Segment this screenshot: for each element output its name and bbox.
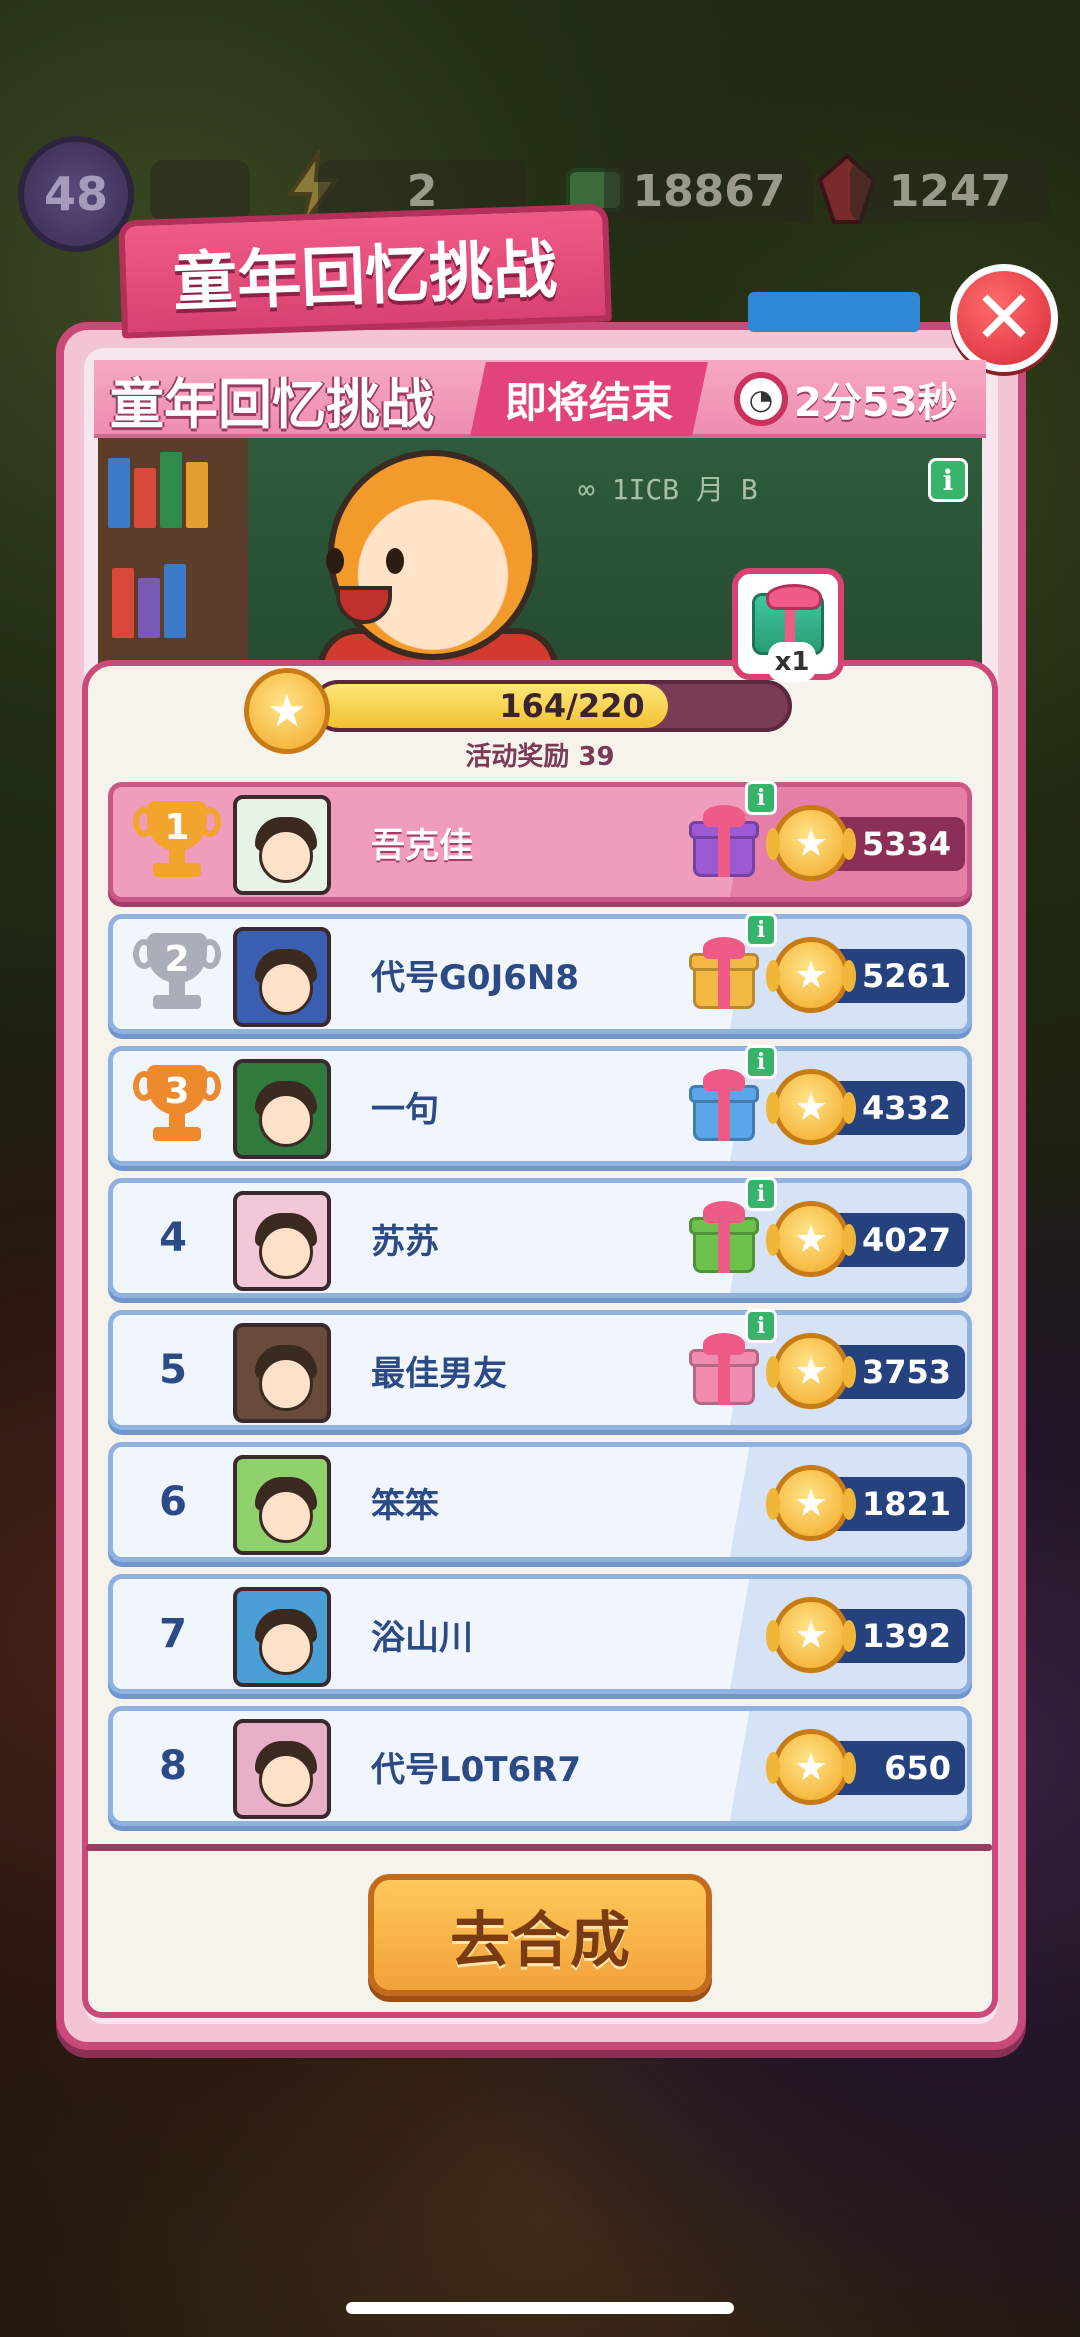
gift-box-icon[interactable] xyxy=(689,1201,759,1275)
rank-number: 1 xyxy=(164,806,190,848)
list-divider xyxy=(86,1844,992,1851)
gift-box-icon[interactable] xyxy=(689,1069,759,1143)
avatar[interactable] xyxy=(233,1059,331,1159)
level-progress-slot xyxy=(150,160,250,222)
player-name: 代号L0T6R7 xyxy=(371,1749,582,1790)
countdown-timer: 2分53秒 xyxy=(794,380,958,426)
event-banner-illustration: ∞ 1ICB 月 B xyxy=(98,438,982,690)
trophy-icon: 2 xyxy=(133,933,221,1017)
avatar[interactable] xyxy=(233,1323,331,1423)
gift-box-icon[interactable] xyxy=(689,1333,759,1407)
close-button[interactable]: ✕ xyxy=(950,264,1058,372)
star-medal-icon: ★ xyxy=(766,1465,856,1541)
gift-info-button[interactable]: i xyxy=(745,1177,777,1211)
player-name: 吾克佳 xyxy=(371,825,473,866)
star-medal-icon: ★ xyxy=(766,1069,856,1145)
player-name: 代号G0J6N8 xyxy=(371,957,579,998)
trophy-icon: 3 xyxy=(133,1065,221,1149)
gift-box-icon[interactable] xyxy=(689,805,759,879)
avatar[interactable] xyxy=(233,1587,331,1687)
chalkboard-doodles: ∞ 1ICB 月 B xyxy=(578,473,758,506)
bookshelf-art xyxy=(98,438,248,690)
rank-number: 5 xyxy=(159,1347,187,1393)
status-tag: 即将结束 xyxy=(470,362,708,436)
player-name: 笨笨 xyxy=(371,1485,439,1526)
avatar[interactable] xyxy=(233,927,331,1027)
rank-number: 6 xyxy=(159,1479,187,1525)
star-medal-icon: ★ xyxy=(766,1597,856,1673)
star-medal-icon: ★ xyxy=(766,1729,856,1805)
avatar[interactable] xyxy=(233,1191,331,1291)
rank-number: 2 xyxy=(164,938,190,980)
gift-info-button[interactable]: i xyxy=(745,1045,777,1079)
character-eye-art xyxy=(386,548,404,574)
home-indicator[interactable] xyxy=(346,2302,734,2314)
coin-counter[interactable]: 18867 xyxy=(604,160,814,222)
event-title: 童年回忆挑战 xyxy=(110,372,434,436)
star-medal-icon: ★ xyxy=(766,937,856,1013)
star-medal-icon: ★ xyxy=(766,805,856,881)
event-info-button[interactable]: i xyxy=(928,458,968,502)
avatar[interactable] xyxy=(233,795,331,895)
avatar[interactable] xyxy=(233,1455,331,1555)
leaderboard-row[interactable]: 1 吾克佳 i 5334 ★ xyxy=(108,781,972,902)
player-name: 苏苏 xyxy=(371,1221,439,1262)
gift-box-icon[interactable] xyxy=(689,937,759,1011)
reward-multiplier: x1 xyxy=(768,642,816,682)
leaderboard-row[interactable]: 2 代号G0J6N8 i 5261 ★ xyxy=(108,913,972,1034)
rank-number: 4 xyxy=(159,1215,187,1261)
rank-number: 7 xyxy=(159,1611,187,1657)
leaderboard-row[interactable]: 8 代号L0T6R7 650 ★ xyxy=(108,1706,972,1826)
dialog-title-banner: 童年回忆挑战 xyxy=(118,203,612,339)
status-tag-label: 即将结束 xyxy=(504,377,673,427)
leaderboard-row[interactable]: 3 一句 i 4332 ★ xyxy=(108,1045,972,1166)
rank-number: 8 xyxy=(159,1743,187,1789)
dialog-tab-decoration xyxy=(748,292,920,332)
rank-number: 3 xyxy=(164,1070,190,1112)
go-merge-button[interactable]: 去合成 xyxy=(368,1874,712,1996)
gem-counter[interactable]: 1247 xyxy=(850,160,1050,222)
character-head-art xyxy=(328,450,538,660)
star-medal-icon: ★ xyxy=(766,1333,856,1409)
clock-icon: ◔ xyxy=(734,372,788,426)
event-reward-caption: 活动奖励 39 xyxy=(465,742,615,772)
gift-info-button[interactable]: i xyxy=(745,781,777,815)
player-name: 最佳男友 xyxy=(371,1353,507,1394)
character-eye-art xyxy=(326,548,344,574)
player-level-badge: 48 xyxy=(18,136,134,252)
gift-info-button[interactable]: i xyxy=(745,913,777,947)
star-medal-icon: ★ xyxy=(766,1201,856,1277)
avatar[interactable] xyxy=(233,1719,331,1819)
trophy-icon: 1 xyxy=(133,801,221,885)
leaderboard-row[interactable]: 4 苏苏 i 4027 ★ xyxy=(108,1177,972,1298)
event-progress-text: 164/220 xyxy=(499,687,645,725)
player-name: 一句 xyxy=(371,1089,439,1130)
leaderboard-row[interactable]: 6 笨笨 1821 ★ xyxy=(108,1442,972,1562)
gift-info-button[interactable]: i xyxy=(745,1309,777,1343)
leaderboard-row[interactable]: 7 浴山川 1392 ★ xyxy=(108,1574,972,1694)
player-name: 浴山川 xyxy=(371,1617,473,1658)
leaderboard-row[interactable]: 5 最佳男友 i 3753 ★ xyxy=(108,1309,972,1430)
